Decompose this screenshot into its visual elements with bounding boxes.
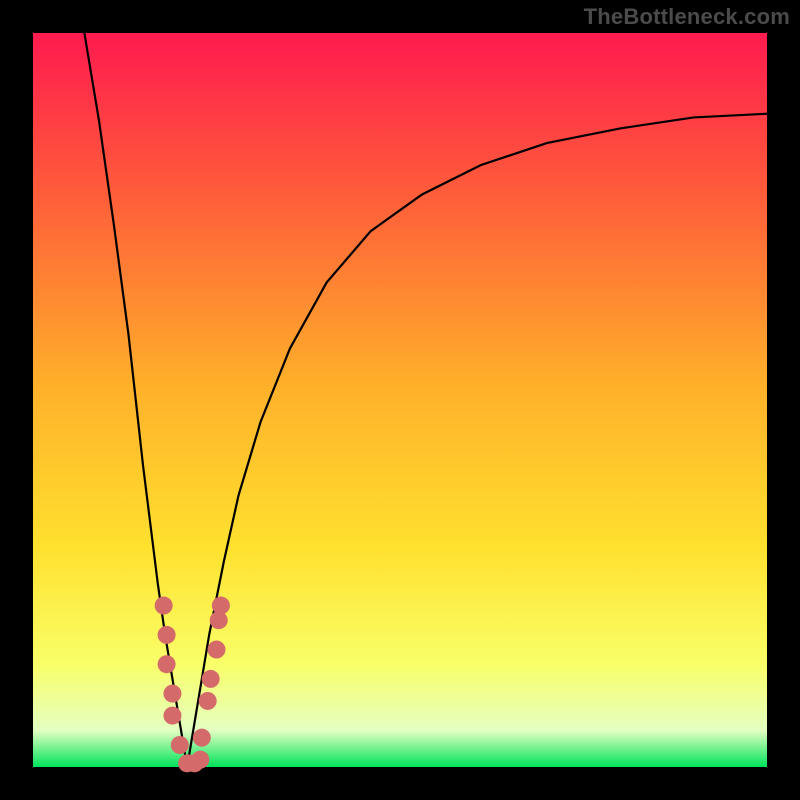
data-point bbox=[163, 685, 181, 703]
watermark-text: TheBottleneck.com bbox=[584, 4, 790, 30]
data-point bbox=[171, 736, 189, 754]
data-point bbox=[158, 626, 176, 644]
data-point bbox=[193, 729, 211, 747]
data-point bbox=[158, 655, 176, 673]
gradient-background bbox=[33, 33, 767, 767]
data-point bbox=[163, 707, 181, 725]
chart-frame: TheBottleneck.com bbox=[0, 0, 800, 800]
data-point bbox=[155, 597, 173, 615]
data-point bbox=[199, 692, 217, 710]
data-point bbox=[191, 751, 209, 769]
data-point bbox=[202, 670, 220, 688]
data-point bbox=[208, 641, 226, 659]
data-point bbox=[212, 597, 230, 615]
bottleneck-chart bbox=[0, 0, 800, 800]
